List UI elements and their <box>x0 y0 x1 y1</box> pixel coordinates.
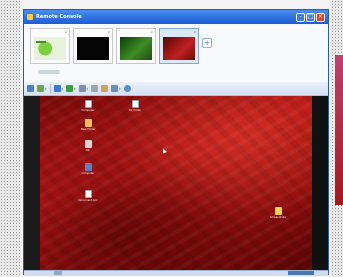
document-icon <box>131 100 139 108</box>
strip-scroll-handle[interactable] <box>38 70 60 74</box>
desktop-icon[interactable]: Bin <box>77 140 99 152</box>
back-button[interactable] <box>27 85 34 92</box>
desktop-icon-label: Bin <box>85 149 91 152</box>
folder-icon <box>84 119 92 127</box>
recycle-bin-icon <box>84 140 92 148</box>
viewport-border-left <box>24 96 40 270</box>
remote-console-window: Remote Console – □ × × × × × + ▾ ▾ ▾ ▾ ▾… <box>23 9 329 276</box>
desktop-icon-label: New Folder <box>80 128 96 131</box>
session-thumbnail-4[interactable]: × <box>159 28 199 64</box>
thumbnail-preview <box>163 37 195 60</box>
thumbnail-close-icon[interactable]: × <box>64 30 67 34</box>
capture-icon <box>111 85 119 92</box>
document-icon <box>84 100 92 108</box>
fit-button[interactable] <box>91 85 99 92</box>
desktop-icon[interactable]: Screenshots <box>267 207 289 219</box>
back-icon <box>27 85 34 92</box>
status-bar <box>24 270 328 276</box>
refresh-icon <box>37 85 44 92</box>
mouse-cursor-icon <box>161 147 167 154</box>
capture-button[interactable]: ▾ <box>111 85 121 92</box>
thumbnail-preview <box>120 37 152 60</box>
remote-desktop-view[interactable]: Computer Ex_folder New Folder Bin Comput… <box>40 96 312 270</box>
thumbnail-close-icon[interactable]: × <box>193 30 196 34</box>
folder-icon <box>274 207 282 215</box>
close-button[interactable]: × <box>316 12 325 22</box>
add-session-button[interactable]: + <box>202 38 212 48</box>
session-thumbnail-1[interactable]: × <box>30 28 70 64</box>
clipboard-icon <box>101 85 109 92</box>
desktop-icon[interactable]: Ex_folder <box>124 100 146 112</box>
computer-icon <box>84 163 92 171</box>
thumbnail-close-icon[interactable]: × <box>107 30 110 34</box>
title-bar[interactable]: Remote Console – □ × <box>24 10 328 24</box>
document-icon <box>84 190 92 198</box>
settings-icon <box>123 85 131 92</box>
fit-icon <box>91 85 99 92</box>
tile-button[interactable]: ▾ <box>66 85 76 92</box>
desktop-icon-label: Screenshots <box>270 216 286 219</box>
taskbar-indicator <box>288 271 314 275</box>
tile-icon <box>66 85 74 92</box>
desktop-icon[interactable]: New Folder <box>77 119 99 131</box>
minimize-button[interactable]: – <box>296 12 305 22</box>
refresh-button[interactable]: ▾ <box>37 85 47 92</box>
thumbnail-preview <box>77 37 109 60</box>
view-button[interactable]: ▾ <box>78 85 88 92</box>
desktop-icon[interactable]: Computer <box>77 100 99 112</box>
desktop-icon[interactable]: Computer <box>77 163 99 175</box>
desktop-icon[interactable]: Document.doc <box>77 190 99 202</box>
thumbnail-close-icon[interactable]: × <box>150 30 153 34</box>
desktop-icon-label: Document.doc <box>78 199 98 202</box>
background-right <box>331 0 343 277</box>
desktop-icon-label: Ex_folder <box>129 109 141 112</box>
desktop-icon-label: Computer <box>81 172 95 175</box>
session-thumbnail-3[interactable]: × <box>116 28 156 64</box>
app-icon <box>27 14 33 20</box>
status-indicator <box>54 271 62 275</box>
toolbar: ▾ ▾ ▾ ▾ ▾ <box>24 82 328 96</box>
desktop-icon-label: Computer <box>81 109 95 112</box>
background-left <box>0 0 20 277</box>
thumbnail-preview <box>34 37 66 60</box>
session-thumbnail-strip: × × × × + <box>24 24 328 83</box>
monitor-icon <box>53 85 61 92</box>
monitor-button[interactable]: ▾ <box>53 85 63 92</box>
maximize-button[interactable]: □ <box>306 12 315 22</box>
view-icon <box>78 85 86 92</box>
window-title: Remote Console <box>36 14 82 20</box>
clipboard-button[interactable] <box>101 85 109 92</box>
viewport-border-right <box>312 96 328 270</box>
session-thumbnail-2[interactable]: × <box>73 28 113 64</box>
settings-button[interactable] <box>123 85 131 92</box>
toolbar-separator <box>49 84 51 93</box>
